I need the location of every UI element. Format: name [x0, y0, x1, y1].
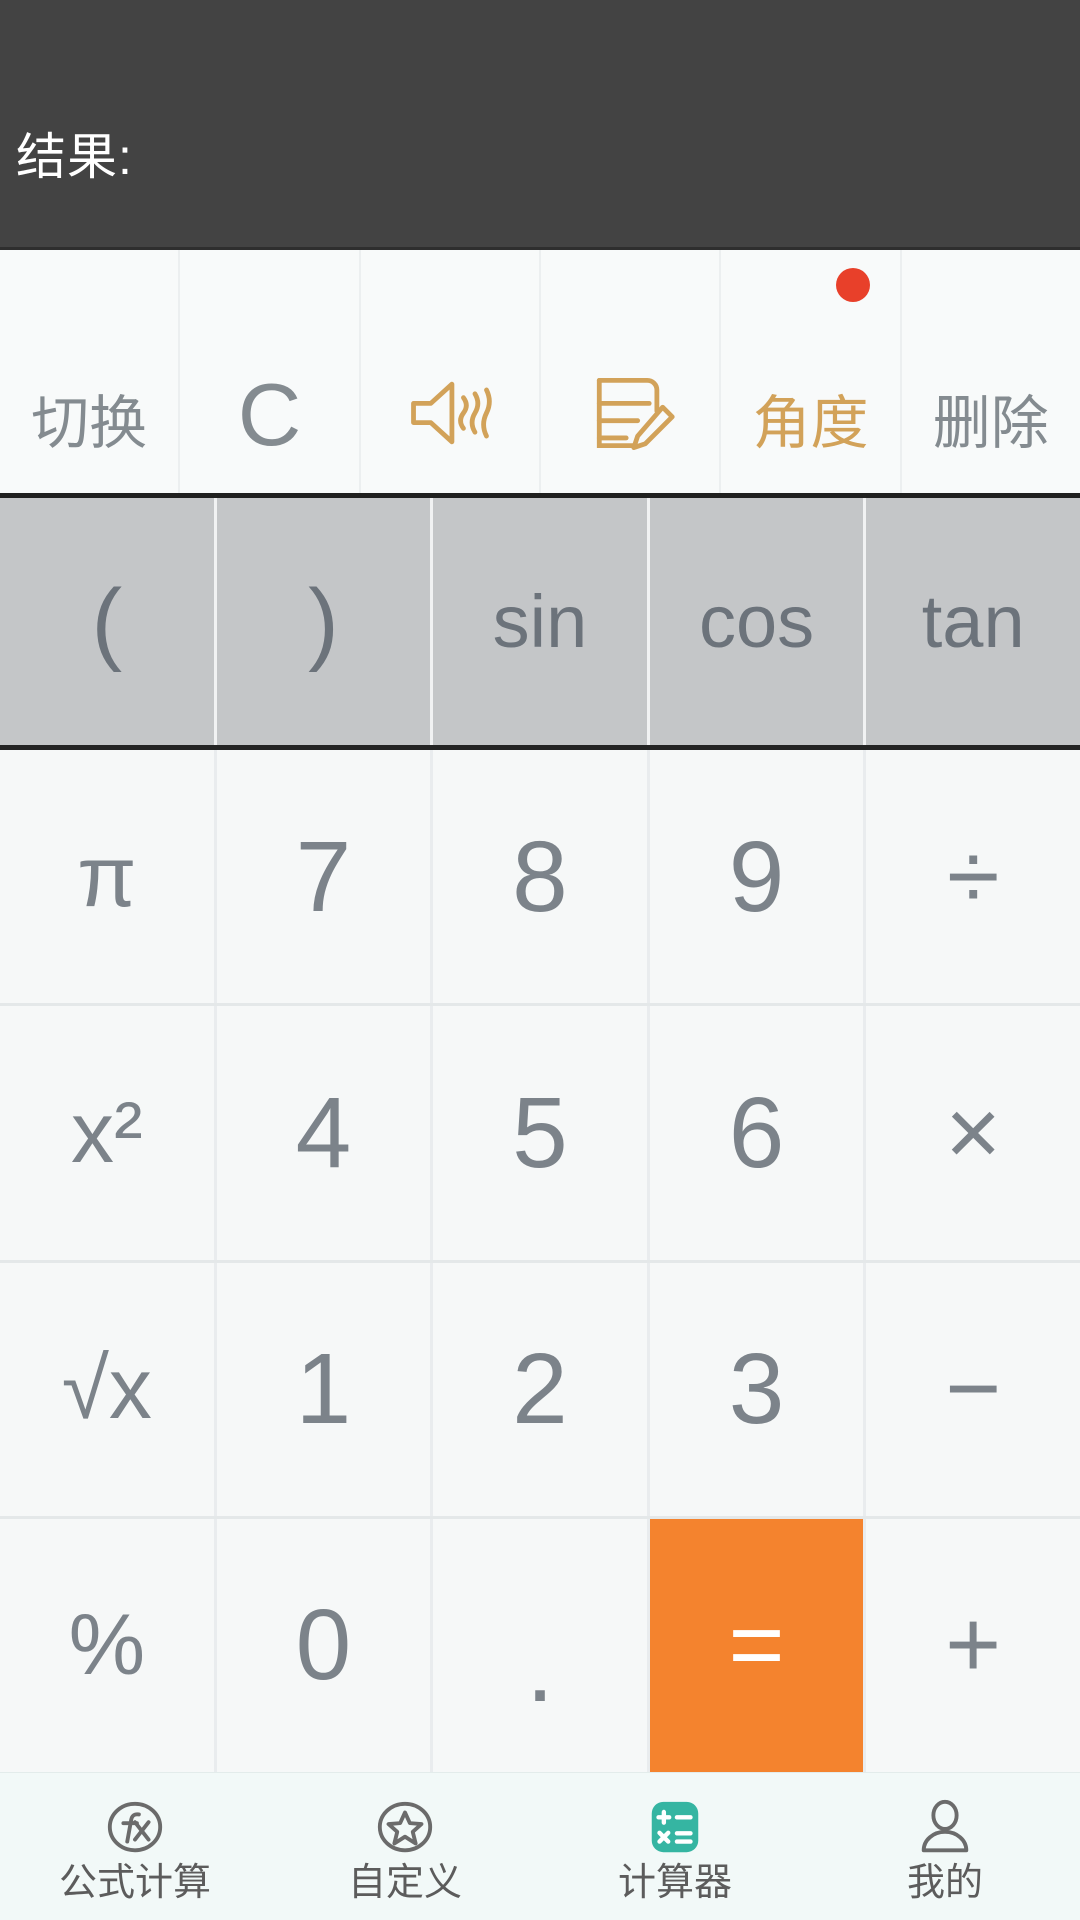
- key-5[interactable]: 5: [433, 1006, 650, 1260]
- key-sqrt[interactable]: √x: [0, 1262, 217, 1516]
- key-0[interactable]: 0: [216, 1518, 434, 1772]
- keypad-row: % 0 . = +: [0, 1518, 1080, 1772]
- nav-label-custom: 自定义: [347, 1861, 462, 1904]
- nav-label-calculator: 计算器: [617, 1861, 732, 1904]
- calculator-icon: [644, 1796, 706, 1858]
- key-pi[interactable]: π: [0, 750, 217, 1004]
- nav-item-profile[interactable]: 我的: [810, 1773, 1080, 1920]
- scientific-row: ( ) sin cos tan: [0, 498, 1080, 750]
- star-badge-icon: [374, 1796, 436, 1858]
- key-equals[interactable]: =: [649, 1518, 867, 1772]
- delete-label: 删除: [932, 391, 1049, 456]
- switch-mode-button[interactable]: 切换: [0, 250, 181, 493]
- sound-toggle-button[interactable]: [360, 250, 541, 493]
- key-9[interactable]: 9: [649, 750, 867, 1004]
- key-tan[interactable]: tan: [866, 498, 1080, 745]
- nav-label-profile: 我的: [906, 1861, 983, 1904]
- key-decimal-point[interactable]: .: [433, 1518, 650, 1772]
- note-edit-icon: [582, 365, 678, 461]
- notification-dot-icon: [835, 268, 870, 302]
- keypad-row: √x 1 2 3 −: [0, 1262, 1080, 1519]
- key-multiply[interactable]: ×: [866, 1006, 1080, 1260]
- delete-button[interactable]: 删除: [901, 250, 1080, 493]
- key-divide[interactable]: ÷: [866, 750, 1080, 1004]
- history-note-button[interactable]: [540, 250, 722, 493]
- result-label: 结果:: [16, 129, 133, 185]
- key-close-paren[interactable]: ): [216, 498, 434, 745]
- key-cos[interactable]: cos: [649, 498, 867, 745]
- person-icon: [914, 1796, 976, 1858]
- key-percent[interactable]: %: [0, 1518, 217, 1772]
- key-7[interactable]: 7: [216, 750, 434, 1004]
- decimal-point-glyph: .: [526, 1611, 554, 1724]
- bottom-navigation: 公式计算 自定义 计算器 我的: [0, 1772, 1080, 1920]
- clear-label: C: [237, 365, 302, 465]
- function-toolbar: 切换 C 角度 删除: [0, 250, 1080, 498]
- nav-item-custom[interactable]: 自定义: [270, 1773, 540, 1920]
- calculator-app: 结果: 切换 C 角度 删除 () sin cos tan π 7 8 9 ÷…: [0, 0, 1080, 1920]
- fx-formula-icon: [104, 1796, 166, 1858]
- key-open-paren[interactable]: (: [0, 498, 217, 745]
- angle-unit-button[interactable]: 角度: [721, 250, 902, 493]
- display-panel: 结果:: [0, 0, 1080, 250]
- sound-speaker-icon: [402, 365, 498, 461]
- clear-button[interactable]: C: [180, 250, 361, 493]
- key-4[interactable]: 4: [216, 1006, 434, 1260]
- nav-label-formula: 公式计算: [58, 1861, 211, 1904]
- key-6[interactable]: 6: [649, 1006, 867, 1260]
- switch-mode-label: 切换: [31, 391, 148, 456]
- key-1[interactable]: 1: [216, 1262, 434, 1516]
- key-3[interactable]: 3: [649, 1262, 867, 1516]
- keypad-row: x² 4 5 6 ×: [0, 1006, 1080, 1263]
- key-8[interactable]: 8: [433, 750, 650, 1004]
- angle-unit-label: 角度: [752, 391, 869, 456]
- key-2[interactable]: 2: [433, 1262, 650, 1516]
- key-square[interactable]: x²: [0, 1006, 217, 1260]
- keypad-row: π 7 8 9 ÷: [0, 750, 1080, 1007]
- nav-item-formula[interactable]: 公式计算: [0, 1773, 270, 1920]
- keypad: π 7 8 9 ÷ x² 4 5 6 × √x 1 2 3 − % 0 . = …: [0, 750, 1080, 1772]
- key-sin[interactable]: sin: [433, 498, 650, 745]
- equals-glyph: =: [728, 1591, 785, 1699]
- key-minus[interactable]: −: [866, 1262, 1080, 1516]
- nav-item-calculator[interactable]: 计算器: [540, 1773, 810, 1920]
- key-plus[interactable]: +: [866, 1518, 1080, 1772]
